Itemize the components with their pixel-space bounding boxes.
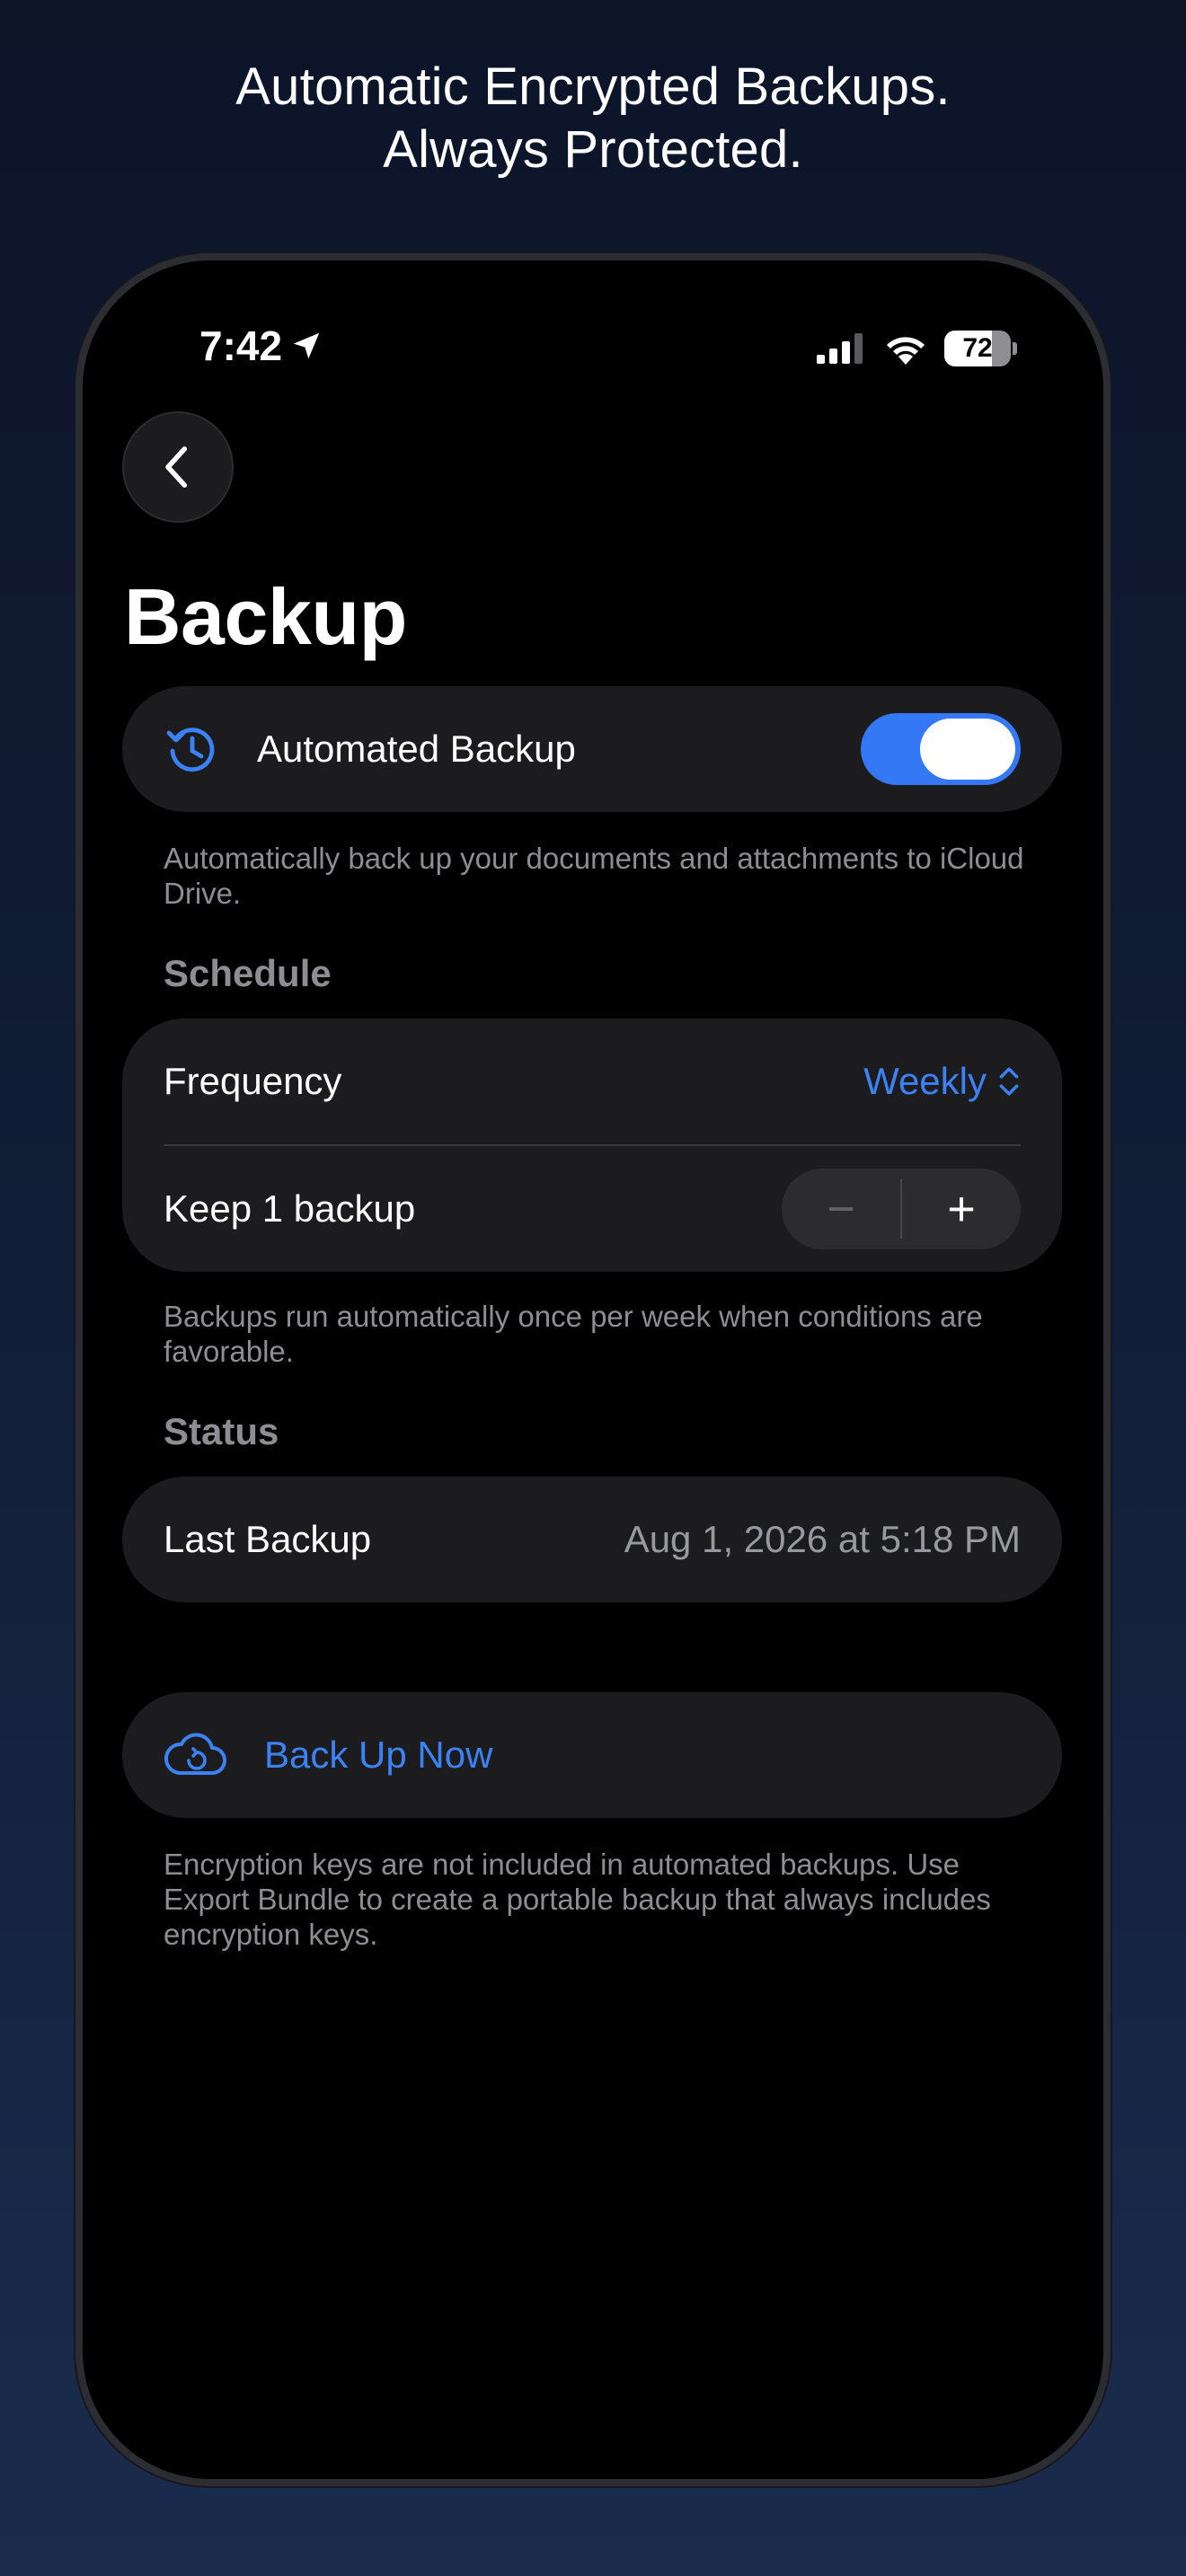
frequency-picker[interactable]: Weekly: [863, 1060, 1021, 1103]
automated-backup-toggle[interactable]: [861, 713, 1021, 785]
back-up-now-card: Back Up Now: [122, 1692, 1062, 1818]
page-title: Backup: [124, 572, 407, 661]
battery-level: 72: [962, 333, 993, 363]
keep-backups-row: Keep 1 backup − +: [122, 1146, 1062, 1272]
chevron-up-down-icon: [999, 1067, 1019, 1096]
keep-backups-stepper[interactable]: − +: [782, 1169, 1021, 1249]
toggle-knob: [920, 719, 1015, 780]
back-button[interactable]: [122, 411, 234, 523]
schedule-section-header: Schedule: [164, 952, 332, 994]
decrement-button[interactable]: −: [782, 1169, 900, 1249]
frequency-row[interactable]: Frequency Weekly: [122, 1019, 1062, 1144]
automated-backup-row[interactable]: Automated Backup: [122, 686, 1062, 812]
clock-history-icon: [166, 728, 215, 772]
status-card: Last Backup Aug 1, 2026 at 5:18 PM: [122, 1477, 1062, 1602]
last-backup-row: Last Backup Aug 1, 2026 at 5:18 PM: [122, 1477, 1062, 1602]
phone-screen: 7:42 72 Backup Automated Backup Automati…: [83, 260, 1103, 2479]
phone-frame: 7:42 72 Backup Automated Backup Automati…: [75, 253, 1111, 2486]
chevron-left-icon: [165, 446, 188, 488]
back-up-now-button[interactable]: Back Up Now: [122, 1692, 1062, 1818]
automated-backup-label: Automated Backup: [257, 728, 576, 770]
automated-backup-footnote: Automatically back up your documents and…: [164, 842, 1024, 910]
last-backup-value: Aug 1, 2026 at 5:18 PM: [624, 1518, 1021, 1560]
status-bar-time: 7:42: [199, 322, 323, 370]
headline-line-2: Always Protected.: [383, 120, 803, 179]
headline-line-1: Automatic Encrypted Backups.: [235, 57, 951, 116]
marketing-headline: Automatic Encrypted Backups. Always Prot…: [0, 56, 1186, 181]
location-arrow-icon: [293, 332, 320, 359]
wifi-icon: [887, 337, 925, 365]
time-text: 7:42: [199, 322, 283, 369]
schedule-footnote: Backups run automatically once per week …: [164, 1300, 983, 1368]
increment-button[interactable]: +: [902, 1169, 1021, 1249]
encryption-footnote: Encryption keys are not included in auto…: [164, 1848, 991, 1951]
automated-backup-card: Automated Backup: [122, 686, 1062, 812]
frequency-label: Frequency: [164, 1060, 342, 1102]
battery-icon: 72: [944, 331, 1011, 366]
schedule-card: Frequency Weekly Keep 1 backup − +: [122, 1019, 1062, 1272]
frequency-value: Weekly: [863, 1060, 987, 1102]
status-section-header: Status: [164, 1410, 279, 1452]
last-backup-label: Last Backup: [164, 1518, 372, 1560]
cellular-signal-icon: [817, 333, 863, 364]
status-bar-right: 72: [817, 331, 1017, 366]
cloud-refresh-icon: [164, 1733, 226, 1775]
back-up-now-label: Back Up Now: [264, 1734, 493, 1776]
keep-backups-label: Keep 1 backup: [164, 1187, 416, 1230]
